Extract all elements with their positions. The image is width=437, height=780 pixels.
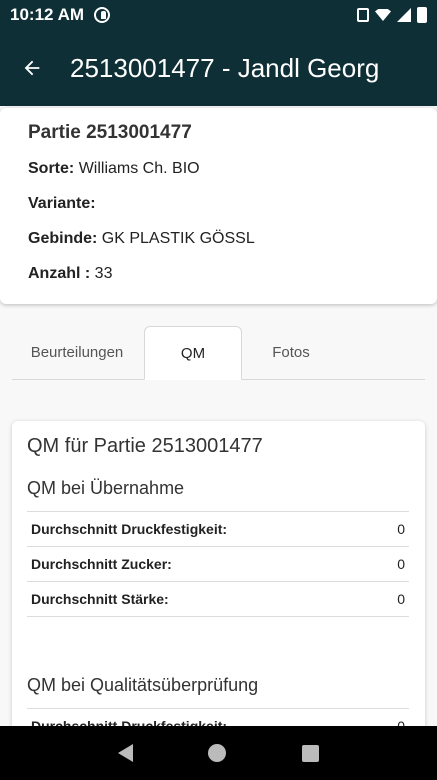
vibrate-icon: [357, 8, 369, 22]
battery-icon: [417, 7, 427, 23]
status-time: 10:12 AM: [10, 5, 85, 24]
tab-qm[interactable]: QM: [144, 326, 242, 380]
back-button[interactable]: [0, 57, 64, 79]
table-row: Durchschnitt Stärke: 0: [27, 582, 409, 617]
gebinde-label: Gebinde:: [28, 230, 98, 247]
sorte-label: Sorte:: [28, 160, 75, 177]
status-icons: [357, 7, 427, 23]
anzahl-value: 33: [94, 265, 113, 282]
row-value: 0: [397, 591, 405, 607]
row-value: 0: [397, 521, 405, 537]
sorte-value: Williams Ch. BIO: [78, 160, 200, 177]
variante-row: Variante:: [28, 195, 409, 213]
tab-fotos[interactable]: Fotos: [242, 326, 340, 379]
page-title: 2513001477 - Jandl Georg: [70, 52, 380, 83]
gebinde-row: Gebinde: GK PLASTIK GÖSSL: [28, 230, 409, 248]
row-label: Durchschnitt Zucker:: [31, 556, 172, 572]
nav-home-icon[interactable]: [208, 744, 227, 762]
partie-title: Partie 2513001477: [28, 122, 192, 143]
qm-card: QM für Partie 2513001477 QM bei Übernahm…: [12, 421, 425, 731]
sorte-row: Sorte: Williams Ch. BIO: [28, 160, 409, 178]
tab-bar: Beurteilungen QM Fotos: [12, 326, 425, 380]
app-notification-icon: [94, 7, 111, 23]
nav-back-icon[interactable]: [117, 744, 133, 762]
tab-beurteilungen[interactable]: Beurteilungen: [12, 326, 142, 379]
variante-label: Variante:: [28, 195, 96, 212]
nav-recents-icon[interactable]: [302, 744, 320, 762]
wifi-icon: [375, 9, 391, 21]
qm-table-uebernahme: Durchschnitt Druckfestigkeit: 0 Durchsch…: [27, 511, 409, 617]
table-row: Durchschnitt Zucker: 0: [27, 547, 409, 582]
qm-section-pruefung-title: QM bei Qualitätsüberprüfung: [27, 675, 259, 695]
anzahl-row: Anzahl : 33: [28, 265, 409, 283]
anzahl-label: Anzahl :: [28, 265, 91, 282]
arrow-left-icon: [24, 60, 40, 76]
signal-icon: [397, 8, 411, 22]
qm-title: QM für Partie 2513001477: [27, 435, 263, 457]
table-row: Durchschnitt Druckfestigkeit: 0: [27, 512, 409, 547]
row-value: 0: [397, 556, 405, 572]
gebinde-value: GK PLASTIK GÖSSL: [101, 230, 255, 247]
row-label: Durchschnitt Stärke:: [31, 591, 169, 607]
qm-section-uebernahme-title: QM bei Übernahme: [27, 478, 185, 498]
app-bar: 2513001477 - Jandl Georg: [0, 30, 437, 106]
status-bar: 10:12 AM: [0, 0, 437, 30]
system-nav-bar: [0, 726, 437, 780]
row-label: Durchschnitt Druckfestigkeit:: [31, 521, 228, 537]
partie-info-card: Partie 2513001477 Sorte: Williams Ch. BI…: [0, 108, 437, 304]
